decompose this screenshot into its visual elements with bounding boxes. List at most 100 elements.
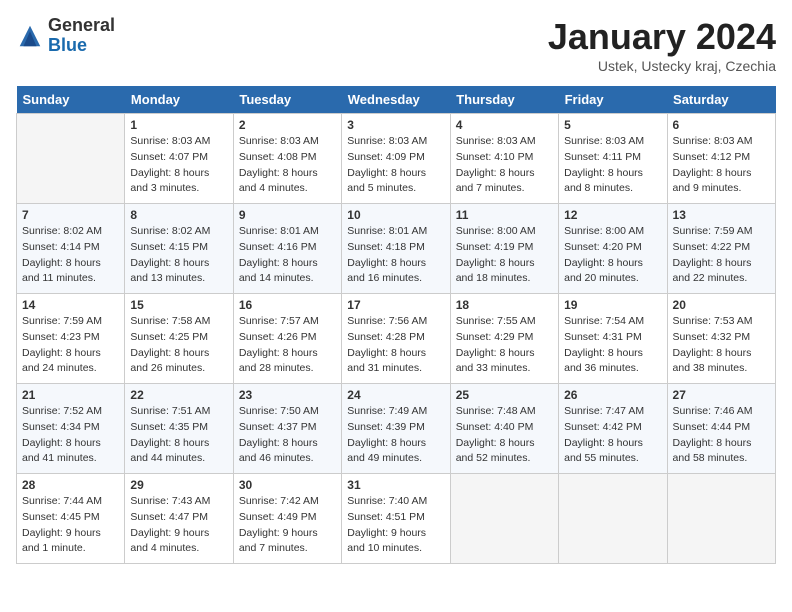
day-info: Sunrise: 8:03 AMSunset: 4:08 PMDaylight:…	[239, 134, 336, 197]
day-info: Sunrise: 7:46 AMSunset: 4:44 PMDaylight:…	[673, 404, 770, 467]
day-header-saturday: Saturday	[667, 86, 775, 114]
sunset-label: Sunset: 4:51 PM	[347, 511, 425, 523]
calendar-cell: 27Sunrise: 7:46 AMSunset: 4:44 PMDayligh…	[667, 384, 775, 474]
sunset-label: Sunset: 4:39 PM	[347, 421, 425, 433]
daylight-label: Daylight: 8 hours and 31 minutes.	[347, 347, 426, 375]
sunrise-label: Sunrise: 7:46 AM	[673, 405, 753, 417]
daylight-label: Daylight: 8 hours and 55 minutes.	[564, 437, 643, 465]
calendar-week-1: 1Sunrise: 8:03 AMSunset: 4:07 PMDaylight…	[17, 114, 776, 204]
sunset-label: Sunset: 4:37 PM	[239, 421, 317, 433]
calendar-cell: 15Sunrise: 7:58 AMSunset: 4:25 PMDayligh…	[125, 294, 233, 384]
day-info: Sunrise: 8:00 AM Sunset: 4:20 PM Daylight:…	[564, 224, 661, 287]
sunset-label: Sunset: 4:10 PM	[456, 151, 534, 163]
daylight-label: Daylight: 9 hours and 10 minutes.	[347, 527, 426, 555]
sunset-label: Sunset: 4:28 PM	[347, 331, 425, 343]
sunrise-label: Sunrise: 7:48 AM	[456, 405, 536, 417]
day-info: Sunrise: 7:40 AMSunset: 4:51 PMDaylight:…	[347, 494, 444, 557]
sunset-label: Sunset: 4:14 PM	[22, 241, 100, 253]
day-header-sunday: Sunday	[17, 86, 125, 114]
sunrise-label: Sunrise: 7:55 AM	[456, 315, 536, 327]
daylight-label: Daylight: 9 hours and 7 minutes.	[239, 527, 318, 555]
daylight-label: Daylight: 8 hours and 11 minutes.	[22, 257, 101, 285]
sunset-label: Sunset: 4:11 PM	[564, 151, 641, 163]
sunrise-label: Sunrise: 8:01 AM	[347, 225, 427, 237]
sunrise-label: Sunrise: 7:56 AM	[347, 315, 427, 327]
day-number: 20	[673, 298, 770, 312]
sunset-label: Sunset: 4:32 PM	[673, 331, 751, 343]
logo-blue-text: Blue	[48, 35, 87, 55]
day-number: 22	[130, 388, 227, 402]
daylight-label: Daylight: 8 hours and 38 minutes.	[673, 347, 752, 375]
calendar-cell: 20 Sunrise: 7:53 AMSunset: 4:32 PMDayligh…	[667, 294, 775, 384]
sunrise-label: Sunrise: 7:47 AM	[564, 405, 644, 417]
sunset-label: Sunset: 4:20 PM	[564, 241, 642, 253]
day-number: 8	[130, 208, 227, 222]
calendar-cell: 6 Sunrise: 8:03 AMSunset: 4:12 PMDaylight…	[667, 114, 775, 204]
day-info: Sunrise: 7:55 AMSunset: 4:29 PMDaylight:…	[456, 314, 553, 377]
sunset-label: Sunset: 4:16 PM	[239, 241, 317, 253]
day-number: 5	[564, 118, 661, 132]
daylight-label: Daylight: 8 hours and 3 minutes.	[130, 167, 209, 195]
calendar-cell: 4 Sunrise: 8:03 AMSunset: 4:10 PMDaylight…	[450, 114, 558, 204]
day-number: 18	[456, 298, 553, 312]
calendar-cell: 8 Sunrise: 8:02 AMSunset: 4:15 PMDaylight…	[125, 204, 233, 294]
day-number: 6	[673, 118, 770, 132]
sunset-label: Sunset: 4:31 PM	[564, 331, 642, 343]
day-number: 13	[673, 208, 770, 222]
day-info: Sunrise: 8:02 AMSunset: 4:15 PMDaylight:…	[130, 224, 227, 287]
calendar-cell: 5 Sunrise: 8:03 AMSunset: 4:11 PMDaylight…	[559, 114, 667, 204]
day-info: Sunrise: 8:03 AMSunset: 4:10 PMDaylight:…	[456, 134, 553, 197]
calendar-cell: 29Sunrise: 7:43 AMSunset: 4:47 PMDayligh…	[125, 474, 233, 564]
day-number: 17	[347, 298, 444, 312]
daylight-label: Daylight: 8 hours and 7 minutes.	[456, 167, 535, 195]
calendar-cell: 23Sunrise: 7:50 AMSunset: 4:37 PMDayligh…	[233, 384, 341, 474]
day-number: 1	[130, 118, 227, 132]
sunset-label: Sunset: 4:07 PM	[130, 151, 208, 163]
daylight-label: Daylight: 8 hours and 22 minutes.	[673, 257, 752, 285]
day-info: Sunrise: 7:56 AM Sunset: 4:28 PM Daylight:…	[347, 314, 444, 377]
calendar-cell: 25Sunrise: 7:48 AMSunset: 4:40 PMDayligh…	[450, 384, 558, 474]
sunrise-label: Sunrise: 7:58 AM	[130, 315, 210, 327]
calendar-header-row: SundayMondayTuesdayWednesdayThursdayFrid…	[17, 86, 776, 114]
day-number: 4	[456, 118, 553, 132]
daylight-label: Daylight: 8 hours and 44 minutes.	[130, 437, 209, 465]
day-info: Sunrise: 7:59 AMSunset: 4:23 PMDaylight:…	[22, 314, 119, 377]
day-number: 29	[130, 478, 227, 492]
daylight-label: Daylight: 8 hours and 26 minutes.	[130, 347, 209, 375]
sunrise-label: Sunrise: 7:42 AM	[239, 495, 319, 507]
daylight-label: Daylight: 8 hours and 20 minutes.	[564, 257, 643, 285]
day-info: Sunrise: 8:03 AMSunset: 4:12 PMDaylight:…	[673, 134, 770, 197]
sunset-label: Sunset: 4:09 PM	[347, 151, 425, 163]
sunrise-label: Sunrise: 7:51 AM	[130, 405, 210, 417]
sunset-label: Sunset: 4:22 PM	[673, 241, 751, 253]
logo-general-text: General	[48, 15, 115, 35]
sunset-label: Sunset: 4:35 PM	[130, 421, 208, 433]
day-info: Sunrise: 8:00 AMSunset: 4:19 PMDaylight:…	[456, 224, 553, 287]
sunset-label: Sunset: 4:42 PM	[564, 421, 642, 433]
calendar-cell: 1Sunrise: 8:03 AMSunset: 4:07 PMDaylight…	[125, 114, 233, 204]
day-info: Sunrise: 7:54 AMSunset: 4:31 PMDaylight:…	[564, 314, 661, 377]
calendar-cell: 18 Sunrise: 7:55 AMSunset: 4:29 PMDayligh…	[450, 294, 558, 384]
sunrise-label: Sunrise: 8:00 AM	[564, 225, 644, 237]
calendar-cell	[559, 474, 667, 564]
day-header-wednesday: Wednesday	[342, 86, 450, 114]
sunrise-label: Sunrise: 7:43 AM	[130, 495, 210, 507]
calendar-cell: 16Sunrise: 7:57 AMSunset: 4:26 PMDayligh…	[233, 294, 341, 384]
daylight-label: Daylight: 8 hours and 18 minutes.	[456, 257, 535, 285]
calendar-week-3: 14Sunrise: 7:59 AMSunset: 4:23 PMDayligh…	[17, 294, 776, 384]
day-number: 30	[239, 478, 336, 492]
sunset-label: Sunset: 4:40 PM	[456, 421, 534, 433]
sunrise-label: Sunrise: 7:49 AM	[347, 405, 427, 417]
daylight-label: Daylight: 8 hours and 5 minutes.	[347, 167, 426, 195]
day-info: Sunrise: 7:53 AMSunset: 4:32 PMDaylight:…	[673, 314, 770, 377]
day-info: Sunrise: 7:51 AM Sunset: 4:35 PM Daylight:…	[130, 404, 227, 467]
sunrise-label: Sunrise: 7:57 AM	[239, 315, 319, 327]
day-number: 9	[239, 208, 336, 222]
daylight-label: Daylight: 9 hours and 4 minutes.	[130, 527, 209, 555]
day-info: Sunrise: 8:03 AMSunset: 4:11 PMDaylight:…	[564, 134, 661, 197]
calendar-cell: 24Sunrise: 7:49 AMSunset: 4:39 PMDayligh…	[342, 384, 450, 474]
calendar-cell	[17, 114, 125, 204]
daylight-label: Daylight: 8 hours and 14 minutes.	[239, 257, 318, 285]
calendar-table: SundayMondayTuesdayWednesdayThursdayFrid…	[16, 86, 776, 564]
day-info: Sunrise: 7:44 AMSunset: 4:45 PMDaylight:…	[22, 494, 119, 557]
